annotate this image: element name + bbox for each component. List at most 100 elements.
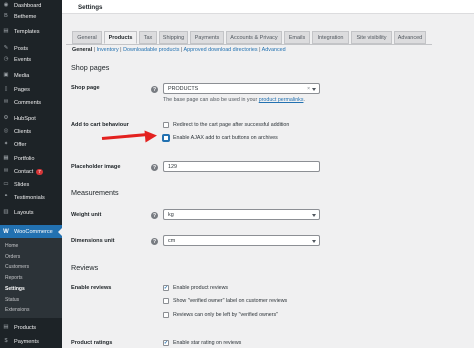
redirect-cart-option[interactable]: Redirect to the cart page after successf… [163,121,289,129]
current-menu-arrow [58,228,62,236]
dimensions-unit-label: Dimensions unit [71,238,115,244]
sidebar-item-contact[interactable]: ✉ Contact 7 [0,166,62,177]
tab-shipping[interactable]: Shipping [159,31,188,44]
product-subnav: General | Inventory | Downloadable produ… [72,47,286,53]
products-icon: ▤ [3,323,9,330]
betheme-icon: B [4,12,8,19]
subnav-link-approved-dirs[interactable]: Approved download directories [184,47,258,53]
pages-icon: ▯ [4,85,8,92]
verified-owners-only-checkbox[interactable] [163,312,169,318]
sidebar-item-slides[interactable]: ▭ Slides [0,179,62,190]
sidebar-item-offer[interactable]: ✦ Offer [0,139,62,150]
tab-emails[interactable]: Emails [284,31,310,44]
placeholder-image-input[interactable]: 129 [163,161,320,172]
comments-icon: ✉ [3,98,9,105]
contact-icon: ✉ [3,167,9,174]
shop-page-description: The base page can also be used in your p… [163,97,305,103]
help-icon[interactable]: ? [151,238,158,245]
sidebar-item-clients[interactable]: ◎ Clients [0,126,62,137]
subnav-link-advanced[interactable]: Advanced [262,47,286,53]
placeholder-image-label: Placeholder image [71,164,121,170]
sidebar-item-pages[interactable]: ▯ Pages [0,84,62,95]
submenu-item-home[interactable]: Home [5,241,18,251]
tab-payments[interactable]: Payments [190,31,224,44]
enable-product-reviews-option[interactable]: ✓ Enable product reviews [163,284,228,292]
section-shop-pages: Shop pages [71,63,110,72]
star-rating-option[interactable]: ✓ Enable star rating on reviews [163,339,241,347]
subnav-link-downloadable[interactable]: Downloadable products [123,47,179,53]
enable-reviews-label: Enable reviews [71,285,112,291]
offer-icon: ✦ [3,140,9,147]
sidebar-item-posts[interactable]: ✎ Posts [0,43,62,54]
sidebar-item-templates[interactable]: ▤ Templates [0,26,62,37]
redirect-cart-checkbox[interactable] [163,122,169,128]
tab-site-visibility[interactable]: Site visibility [351,31,392,44]
weight-unit-label: Weight unit [71,212,102,218]
star-rating-checkbox[interactable]: ✓ [163,340,169,346]
sidebar-item-media[interactable]: ▣ Media [0,70,62,81]
sidebar-item-portfolio[interactable]: ▦ Portfolio [0,153,62,164]
tab-products[interactable]: Products [104,31,137,44]
weight-unit-select[interactable]: kg [163,209,320,220]
section-measurements: Measurements [71,188,119,197]
annotation-arrow-shaft [101,132,148,140]
chevron-down-icon [312,214,316,217]
clients-icon: ◎ [3,127,9,134]
shop-page-select[interactable]: PRODUCTS × [163,83,320,94]
hubspot-icon: ⚙ [3,114,9,121]
help-icon[interactable]: ? [151,86,158,93]
sidebar-item-testimonials[interactable]: ❝ Testimonials [0,192,62,203]
page-title: Settings [78,4,103,11]
verified-owners-only-option[interactable]: Reviews can only be left by "verified ow… [163,311,278,319]
sidebar-item-events[interactable]: ◷ Events [0,54,62,65]
section-reviews: Reviews [71,263,99,272]
chevron-down-icon [312,240,316,243]
clear-selection-icon[interactable]: × [307,86,310,92]
ajax-add-to-cart-checkbox[interactable] [163,135,169,141]
page-header: Settings [62,0,474,14]
submenu-item-customers[interactable]: Customers [5,262,29,272]
subnav-link-inventory[interactable]: Inventory [96,47,118,53]
submenu-item-extensions[interactable]: Extensions [5,305,29,315]
annotation-arrow-head-icon [144,129,158,143]
sidebar-item-products[interactable]: ▤ Products [0,322,62,333]
chevron-down-icon [312,88,316,91]
verified-owner-label-checkbox[interactable] [163,298,169,304]
help-icon[interactable]: ? [151,164,158,171]
sidebar-item-layouts[interactable]: ▥ Layouts [0,207,62,218]
admin-sidebar: ◉ Dashboard B Betheme ▤ Templates ✎ Posts ◷ Event… [0,0,62,348]
ajax-add-to-cart-option[interactable]: Enable AJAX add to cart buttons on archi… [163,134,278,142]
woocommerce-icon: W [3,228,9,235]
sidebar-item-hubspot[interactable]: ⚙ HubSpot [0,113,62,124]
submenu-item-settings[interactable]: Settings [5,284,25,294]
submenu-item-orders[interactable]: Orders [5,252,20,262]
sidebar-item-comments[interactable]: ✉ Comments [0,97,62,108]
sidebar-item-dashboard[interactable]: ◉ Dashboard [0,0,62,11]
verified-owner-label-option[interactable]: Show "verified owner" label on customer … [163,297,287,305]
slides-icon: ▭ [3,180,9,187]
count-badge: 7 [36,168,43,175]
sidebar-item-betheme[interactable]: B Betheme [0,11,62,22]
submenu-item-reports[interactable]: Reports [5,273,23,283]
dimensions-unit-select[interactable]: cm [163,235,320,246]
product-ratings-label: Product ratings [71,340,113,346]
product-permalinks-link[interactable]: product permalinks [259,97,304,103]
tab-integration[interactable]: Integration [312,31,349,44]
shop-page-label: Shop page [71,85,100,91]
payments-icon: $ [4,337,8,344]
tab-tax[interactable]: Tax [139,31,157,44]
help-icon[interactable]: ? [151,212,158,219]
portfolio-icon: ▦ [3,154,9,161]
templates-icon: ▤ [3,27,9,34]
events-icon: ◷ [3,55,9,62]
tab-accounts-privacy[interactable]: Accounts & Privacy [226,31,282,44]
tab-advanced[interactable]: Advanced [394,31,426,44]
submenu-item-status[interactable]: Status [5,295,19,305]
pin-icon: ✎ [3,44,9,51]
sidebar-item-woocommerce[interactable]: W WooCommerce [0,225,62,238]
shop-page-value: PRODUCTS [168,85,199,92]
subnav-current[interactable]: General [72,47,92,53]
tab-general[interactable]: General [72,31,102,44]
enable-product-reviews-checkbox[interactable]: ✓ [163,285,169,291]
sidebar-item-payments[interactable]: $ Payments [0,336,62,347]
